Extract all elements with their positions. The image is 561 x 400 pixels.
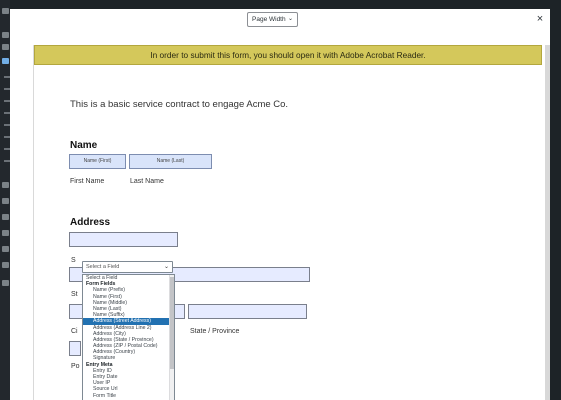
- city-label-partial: Ci: [71, 328, 78, 335]
- address-heading: Address: [70, 217, 111, 228]
- plugins-icon[interactable]: [2, 198, 9, 204]
- address-field[interactable]: [69, 232, 178, 247]
- dropdown-scrollbar[interactable]: [169, 275, 174, 400]
- field-select-options[interactable]: Select a Field Form Fields Name (Prefix) Na…: [82, 274, 175, 400]
- last-name-label: Last Name: [130, 178, 164, 185]
- viewer-scrollbar-thumb[interactable]: [545, 45, 550, 400]
- name-heading: Name: [70, 140, 98, 151]
- pdf-preview-modal: Page Width ⌄ × In order to submit this f…: [10, 9, 550, 400]
- intro-text: This is a basic service contract to enga…: [70, 99, 289, 110]
- dashboard-icon[interactable]: [2, 8, 9, 14]
- close-button[interactable]: ×: [534, 12, 546, 26]
- acrobat-banner: In order to submit this form, you should…: [34, 45, 542, 65]
- tools-icon[interactable]: [2, 230, 9, 236]
- zoom-value: Page Width: [252, 16, 286, 23]
- media-icon[interactable]: [2, 44, 9, 50]
- options-container: Select a Field Form Fields Name (Prefix) Na…: [83, 275, 174, 399]
- state-field[interactable]: [188, 304, 307, 319]
- chevron-down-icon: ⌄: [287, 16, 293, 22]
- settings-icon[interactable]: [2, 246, 9, 252]
- collapse-icon[interactable]: [2, 280, 9, 286]
- admin-sidebar: [0, 0, 10, 400]
- field-select[interactable]: Select a Field ⌄: [82, 261, 173, 273]
- field-option[interactable]: Form Title: [83, 393, 174, 399]
- chevron-down-icon: ⌄: [163, 264, 169, 270]
- zoom-select[interactable]: Page Width ⌄: [247, 12, 298, 27]
- dropdown-scrollbar-thumb[interactable]: [170, 277, 174, 369]
- postal-label-partial: Po: [71, 363, 80, 370]
- zip-field[interactable]: [69, 341, 81, 356]
- name-first-field[interactable]: Name (First): [69, 154, 126, 169]
- modal-header: Page Width ⌄ ×: [10, 9, 550, 31]
- settings-icon[interactable]: [2, 262, 9, 268]
- users-icon[interactable]: [2, 214, 9, 220]
- forms-icon[interactable]: [2, 58, 9, 64]
- name-last-field[interactable]: Name (Last): [129, 154, 212, 169]
- field-select-value: Select a Field: [86, 264, 120, 270]
- first-name-label: First Name: [70, 178, 105, 185]
- pdf-viewer: In order to submit this form, you should…: [10, 31, 550, 400]
- pdf-page: In order to submit this form, you should…: [33, 45, 542, 400]
- street-label-partial-2: St: [71, 291, 78, 298]
- pin-icon[interactable]: [2, 32, 9, 38]
- street-label-partial: S: [71, 257, 76, 264]
- state-label: State / Province: [190, 328, 240, 335]
- appearance-icon[interactable]: [2, 182, 9, 188]
